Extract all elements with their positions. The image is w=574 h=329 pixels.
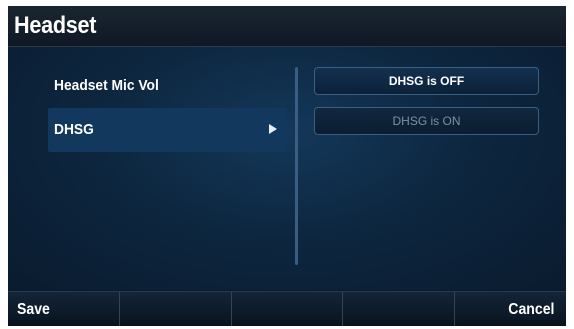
vertical-divider	[295, 67, 298, 265]
menu-item-headset-mic-vol[interactable]: Headset Mic Vol	[48, 64, 287, 108]
menu-item-label: Headset Mic Vol	[54, 77, 159, 94]
softkey-bar: Save Cancel	[8, 291, 566, 326]
triangle-right-icon	[269, 124, 277, 134]
dhsg-options: DHSG is OFF DHSG is ON	[314, 67, 539, 147]
save-softkey-label: Save	[17, 301, 50, 318]
softkey-4[interactable]	[343, 292, 456, 326]
softkey-2[interactable]	[119, 292, 232, 326]
menu-item-dhsg[interactable]: DHSG	[48, 108, 287, 152]
cancel-softkey-label: Cancel	[507, 301, 554, 318]
softkey-3[interactable]	[231, 292, 344, 326]
option-dhsg-off[interactable]: DHSG is OFF	[314, 67, 539, 95]
settings-menu: Headset Mic Vol DHSG	[48, 64, 287, 152]
save-softkey[interactable]: Save	[8, 292, 120, 326]
content-area: Headset Mic Vol DHSG DHSG is OFF DHSG is…	[8, 47, 566, 290]
option-dhsg-on[interactable]: DHSG is ON	[314, 107, 539, 135]
cancel-softkey[interactable]: Cancel	[455, 292, 566, 326]
menu-item-label: DHSG	[54, 121, 94, 138]
phone-screen: Headset Headset Mic Vol DHSG DHSG is OFF…	[8, 6, 566, 326]
title-bar: Headset	[8, 6, 566, 47]
page-title: Headset	[14, 12, 97, 39]
